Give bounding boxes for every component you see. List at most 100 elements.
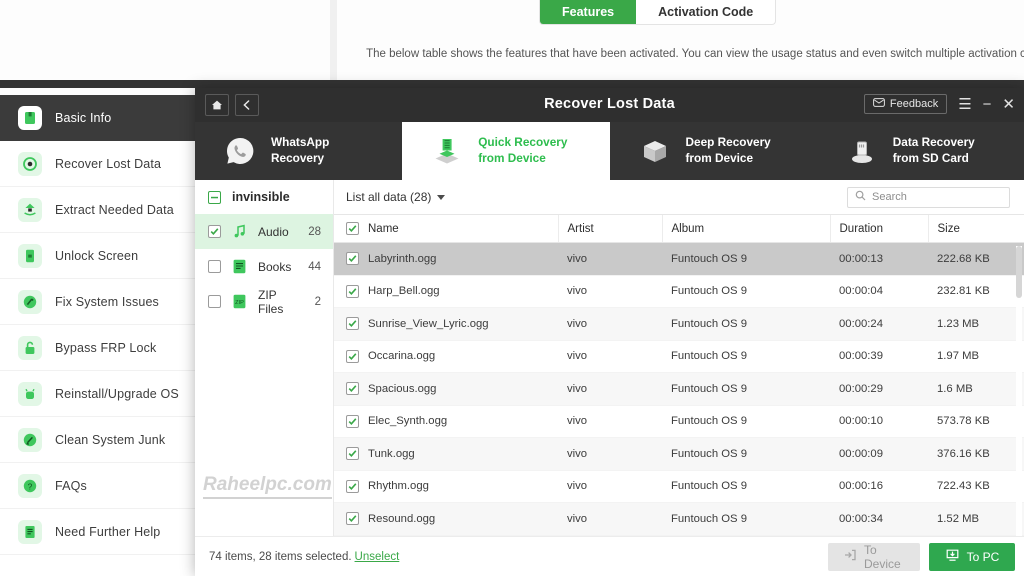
select-all-checkbox[interactable] [346, 222, 359, 235]
mode-data-recovery-from-sd-card[interactable]: Data Recovery from SD Card [817, 122, 1024, 180]
row-checkbox-cell[interactable] [334, 372, 368, 406]
open-box-icon [636, 132, 674, 170]
sidebar-item-need-further-help[interactable]: Need Further Help [0, 509, 197, 555]
column-header-size[interactable]: Size [927, 214, 1024, 243]
column-header-duration[interactable]: Duration [829, 214, 928, 243]
device-name: invinsible [232, 190, 290, 204]
cell-album: Funtouch OS 9 [662, 307, 830, 341]
tab-features[interactable]: Features [540, 0, 637, 24]
file-list-panel: List all data (28) Search Name Artist Al… [334, 180, 1024, 576]
category-device-header[interactable]: invinsible [195, 180, 333, 214]
cell-artist: vivo [558, 437, 662, 471]
sidebar-item-bypass-frp-lock[interactable]: Bypass FRP Lock [0, 325, 197, 371]
cell-artist: vivo [558, 372, 662, 406]
category-checkbox[interactable] [208, 260, 221, 273]
row-checkbox-cell[interactable] [334, 437, 368, 471]
file-list-toolbar: List all data (28) Search [334, 180, 1024, 214]
sidebar-item-label: FAQs [55, 478, 87, 493]
cell-artist: vivo [558, 502, 662, 536]
tab-activation-code[interactable]: Activation Code [636, 0, 775, 24]
category-zip-files[interactable]: ZIP ZIP Files 2 [195, 284, 333, 319]
list-all-data-dropdown[interactable]: List all data (28) [346, 190, 446, 204]
row-checkbox[interactable] [346, 317, 359, 331]
category-books[interactable]: Books 44 [195, 249, 333, 284]
document-icon [18, 519, 42, 544]
row-checkbox[interactable] [346, 512, 359, 526]
table-row[interactable]: Tunk.ogg vivo Funtouch OS 9 00:00:09 376… [334, 437, 1024, 471]
sidebar-item-clean-system-junk[interactable]: Clean System Junk [0, 417, 197, 463]
hamburger-icon[interactable]: ☰ [958, 97, 971, 112]
table-row[interactable]: Resound.ogg vivo Funtouch OS 9 00:00:34 … [334, 502, 1024, 536]
search-input[interactable]: Search [847, 186, 1010, 208]
lock-open-icon [18, 335, 42, 360]
category-label: ZIP Files [258, 287, 284, 316]
column-header-name[interactable]: Name [368, 214, 558, 243]
category-checkbox[interactable] [208, 225, 221, 238]
row-checkbox-cell[interactable] [334, 470, 368, 503]
row-checkbox[interactable] [346, 349, 359, 363]
category-label: Books [258, 259, 292, 274]
row-checkbox[interactable] [346, 414, 359, 428]
cell-duration: 00:00:16 [830, 470, 928, 503]
book-icon [18, 106, 42, 130]
feedback-button[interactable]: Feedback [863, 94, 948, 114]
table-row[interactable]: Rhythm.ogg vivo Funtouch OS 9 00:00:16 7… [334, 470, 1024, 503]
to-device-button[interactable]: To Device [828, 542, 920, 571]
row-checkbox-cell[interactable] [334, 307, 368, 341]
zip-file-icon: ZIP [231, 293, 248, 310]
cell-duration: 00:00:24 [830, 307, 928, 341]
cube-layers-icon [428, 132, 466, 170]
table-row[interactable]: Occarina.ogg vivo Funtouch OS 9 00:00:39… [334, 340, 1024, 373]
row-checkbox-cell[interactable] [334, 340, 368, 373]
sidebar-item-fix-system-issues[interactable]: Fix System Issues [0, 279, 197, 325]
sidebar-item-faqs[interactable]: ? FAQs [0, 463, 197, 509]
table-row[interactable]: Spacious.ogg vivo Funtouch OS 9 00:00:29… [334, 372, 1024, 406]
mode-deep-recovery-from-device[interactable]: Deep Recovery from Device [610, 122, 817, 180]
file-table: Name Artist Album Duration Size Labyrint… [334, 214, 1024, 536]
mode-quick-recovery-from-device[interactable]: Quick Recovery from Device [402, 122, 610, 180]
unselect-link[interactable]: Unselect [355, 551, 400, 563]
row-checkbox[interactable] [346, 382, 359, 396]
select-all-cell[interactable] [334, 214, 368, 243]
column-header-artist[interactable]: Artist [557, 214, 662, 243]
cell-name: Resound.ogg [368, 502, 558, 536]
cell-album: Funtouch OS 9 [662, 405, 830, 438]
list-all-data-label: List all data (28) [346, 190, 432, 204]
table-row[interactable]: Elec_Synth.ogg vivo Funtouch OS 9 00:00:… [334, 405, 1024, 438]
background-tab-group: Features Activation Code [539, 0, 777, 25]
cell-album: Funtouch OS 9 [662, 242, 830, 276]
sidebar-item-reinstall-upgrade-os[interactable]: Reinstall/Upgrade OS [0, 371, 197, 417]
row-checkbox[interactable] [346, 252, 359, 266]
column-header-album[interactable]: Album [661, 214, 830, 243]
sidebar-item-recover-lost-data[interactable]: Recover Lost Data [0, 141, 197, 187]
row-checkbox[interactable] [346, 284, 359, 298]
table-row[interactable]: Harp_Bell.ogg vivo Funtouch OS 9 00:00:0… [334, 275, 1024, 308]
cell-album: Funtouch OS 9 [662, 340, 830, 373]
file-list-scrollbar-thumb[interactable] [1016, 246, 1022, 298]
minimize-icon[interactable]: − [983, 97, 992, 112]
table-row[interactable]: Sunrise_View_Lyric.ogg vivo Funtouch OS … [334, 307, 1024, 341]
to-pc-label: To PC [966, 549, 1000, 564]
to-pc-button[interactable]: To PC [929, 542, 1015, 571]
sidebar-item-basic-info[interactable]: Basic Info [0, 95, 197, 141]
category-audio[interactable]: Audio 28 [195, 214, 333, 249]
category-checkbox[interactable] [208, 295, 221, 308]
row-checkbox-cell[interactable] [334, 405, 368, 438]
close-icon[interactable]: ✕ [1002, 97, 1015, 112]
svg-text:?: ? [28, 481, 33, 491]
sidebar-item-unlock-screen[interactable]: Unlock Screen [0, 233, 197, 279]
row-checkbox[interactable] [346, 479, 359, 493]
device-checkbox[interactable] [208, 190, 221, 204]
cell-album: Funtouch OS 9 [662, 437, 830, 471]
sidebar-item-label: Reinstall/Upgrade OS [55, 386, 179, 401]
row-checkbox-cell[interactable] [334, 242, 368, 276]
mode-whatsapp-recovery[interactable]: WhatsApp Recovery [195, 122, 402, 180]
row-checkbox-cell[interactable] [334, 275, 368, 308]
book-file-icon [231, 258, 248, 275]
row-checkbox[interactable] [346, 447, 359, 461]
row-checkbox-cell[interactable] [334, 502, 368, 536]
whatsapp-icon [221, 132, 259, 170]
sidebar-item-extract-needed-data[interactable]: Extract Needed Data [0, 187, 197, 233]
table-row[interactable]: Labyrinth.ogg vivo Funtouch OS 9 00:00:1… [334, 242, 1024, 276]
file-table-header: Name Artist Album Duration Size [334, 214, 1024, 243]
